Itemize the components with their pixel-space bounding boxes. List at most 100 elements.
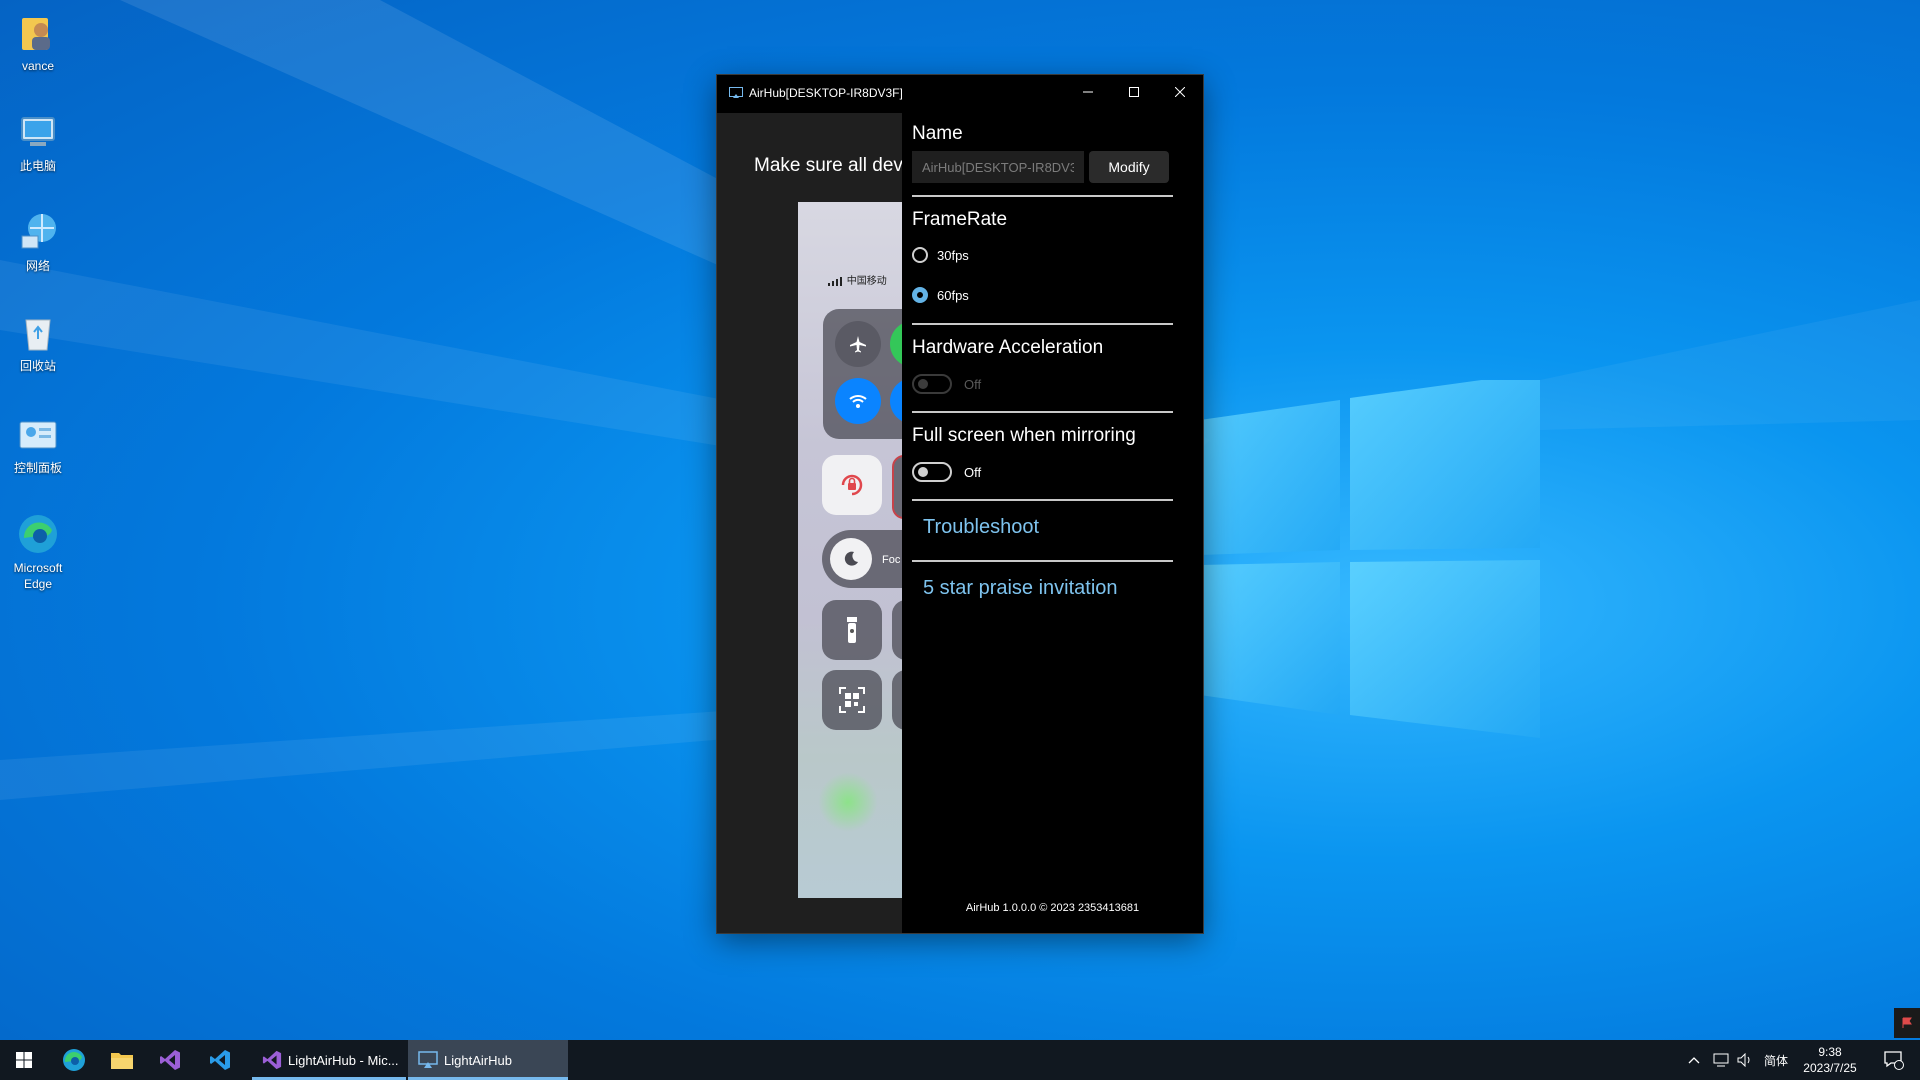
window-title: AirHub[DESKTOP-IR8DV3F] <box>749 86 903 100</box>
divider <box>912 195 1173 197</box>
desktop-icon-edge[interactable]: Microsoft Edge <box>4 512 72 592</box>
maximize-icon <box>1129 87 1139 97</box>
wifi-icon <box>849 395 867 408</box>
maximize-button[interactable] <box>1111 75 1157 109</box>
device-name-input[interactable] <box>912 151 1084 183</box>
hardware-acceleration-toggle-row[interactable]: Off <box>912 373 981 395</box>
desktop-icon-control-panel[interactable]: 控制面板 <box>4 412 72 476</box>
tray-overflow-button[interactable] <box>1688 1040 1700 1080</box>
rotation-lock-toggle[interactable] <box>822 455 882 515</box>
action-center-button[interactable] <box>1874 1040 1914 1080</box>
flashlight-icon <box>847 617 857 643</box>
screen-mirroring-tile[interactable] <box>892 455 902 519</box>
start-button[interactable] <box>0 1040 48 1080</box>
windows-start-icon <box>16 1052 32 1068</box>
desktop-icon-label: 网络 <box>25 259 50 273</box>
focus-label: Foc <box>882 554 901 566</box>
taskbar-app-label: LightAirHub <box>444 1052 512 1068</box>
this-pc-icon <box>21 117 55 146</box>
minimize-button[interactable] <box>1065 75 1111 109</box>
signal-icon <box>828 276 842 286</box>
desktop-icon-user[interactable]: vance <box>4 10 72 74</box>
qr-scanner-icon <box>839 687 865 713</box>
edge-icon <box>19 515 57 553</box>
visual-studio-icon <box>160 1050 180 1070</box>
taskbar-app-visual-studio[interactable]: LightAirHub - Mic... <box>252 1040 406 1080</box>
wifi-toggle[interactable] <box>835 378 881 424</box>
toggle-knob <box>918 467 928 477</box>
network-icon <box>21 214 56 249</box>
edge-icon <box>63 1049 85 1071</box>
ime-indicator[interactable]: 简体 <box>1764 1040 1788 1080</box>
phone-mirror-screen[interactable]: 中国移动 Foc <box>798 202 902 898</box>
tray-network-button[interactable] <box>1712 1040 1730 1080</box>
desktop-icon-label: 回收站 <box>19 359 56 373</box>
radio-checked-icon <box>912 287 928 303</box>
desktop-icon-network[interactable]: 网络 <box>4 210 72 274</box>
chevron-up-icon <box>1688 1057 1700 1064</box>
notification-icon <box>1884 1051 1904 1070</box>
desktop-icon-recycle-bin[interactable]: 回收站 <box>4 310 72 374</box>
phone-status-bar: 中国移动 <box>828 272 887 287</box>
fullscreen-toggle[interactable] <box>912 462 952 482</box>
desktop-background: vance 此电脑 网络 回收站 控制面板 Microsoft Edge Air… <box>0 0 1920 1040</box>
file-explorer-icon <box>111 1053 133 1069</box>
taskbar: LightAirHub - Mic... LightAirHub 简体 9:38… <box>0 1040 1920 1080</box>
rotation-lock-icon <box>841 474 863 496</box>
taskbar-app-lightairhub[interactable]: LightAirHub <box>408 1040 568 1080</box>
taskbar-file-explorer[interactable] <box>98 1040 146 1080</box>
taskbar-vscode[interactable] <box>196 1040 244 1080</box>
toggle-state-label: Off <box>964 376 982 392</box>
hardware-acceleration-toggle[interactable] <box>912 374 952 394</box>
timer-tile[interactable] <box>892 600 902 660</box>
minimize-icon <box>1083 91 1093 93</box>
radio-30fps[interactable]: 30fps <box>912 243 969 267</box>
flag-icon <box>1902 1017 1912 1028</box>
taskbar-edge[interactable] <box>50 1040 98 1080</box>
praise-invitation-link[interactable]: 5 star praise invitation <box>923 577 1118 600</box>
instruction-text: Make sure all dev <box>754 155 902 176</box>
flashlight-tile[interactable] <box>822 600 882 660</box>
network-icon <box>1713 1053 1729 1067</box>
focus-moon-button[interactable] <box>830 538 872 580</box>
taskbar-clock[interactable]: 9:38 2023/7/25 <box>1796 1044 1864 1076</box>
flag-notification-widget[interactable] <box>1894 1008 1920 1038</box>
control-panel-icon <box>19 421 57 449</box>
desktop-icon-this-pc[interactable]: 此电脑 <box>4 110 72 174</box>
desktop-icon-label: 控制面板 <box>13 461 62 475</box>
toggle-knob <box>918 379 928 389</box>
title-bar[interactable]: AirHub[DESKTOP-IR8DV3F] <box>717 75 1203 113</box>
version-footer: AirHub 1.0.0.0 © 2023 2353413681 <box>965 902 1140 914</box>
taskbar-app-label: LightAirHub - Mic... <box>288 1052 399 1068</box>
recycle-bin-icon <box>25 319 51 351</box>
divider <box>912 323 1173 325</box>
visual-studio-icon <box>262 1050 282 1070</box>
clock-time: 9:38 <box>1818 1045 1842 1059</box>
toggle-state-label: Off <box>964 464 982 480</box>
radio-60fps[interactable]: 60fps <box>912 283 969 307</box>
desktop-icon-label: 此电脑 <box>19 159 56 173</box>
volume-icon <box>1737 1053 1750 1067</box>
tray-volume-button[interactable] <box>1737 1040 1753 1080</box>
fullscreen-title: Full screen when mirroring <box>912 425 1136 446</box>
extra-tile[interactable] <box>892 670 902 730</box>
clock-date: 2023/7/25 <box>1803 1061 1857 1075</box>
troubleshoot-link[interactable]: Troubleshoot <box>923 516 1039 539</box>
airhub-app-icon <box>729 87 743 98</box>
carrier-label: 中国移动 <box>846 276 887 287</box>
framerate-section-title: FrameRate <box>912 209 1008 230</box>
desktop-icon-label: vance <box>21 59 55 73</box>
modify-button[interactable]: Modify <box>1089 151 1169 183</box>
radio-label: 30fps <box>937 247 969 263</box>
code-scanner-tile[interactable] <box>822 670 882 730</box>
radio-unchecked-icon <box>912 247 928 263</box>
home-blur-glow <box>818 772 878 832</box>
mirror-preview-pane: Make sure all dev 中国移动 Foc <box>717 113 902 933</box>
windows-logo <box>1200 380 1540 738</box>
taskbar-visual-studio[interactable] <box>146 1040 194 1080</box>
fullscreen-toggle-row[interactable]: Off <box>912 461 981 483</box>
radio-label: 60fps <box>937 287 969 303</box>
close-button[interactable] <box>1157 75 1203 109</box>
desktop-icon-label: Microsoft Edge <box>13 561 63 591</box>
airplane-mode-toggle[interactable] <box>835 321 881 367</box>
